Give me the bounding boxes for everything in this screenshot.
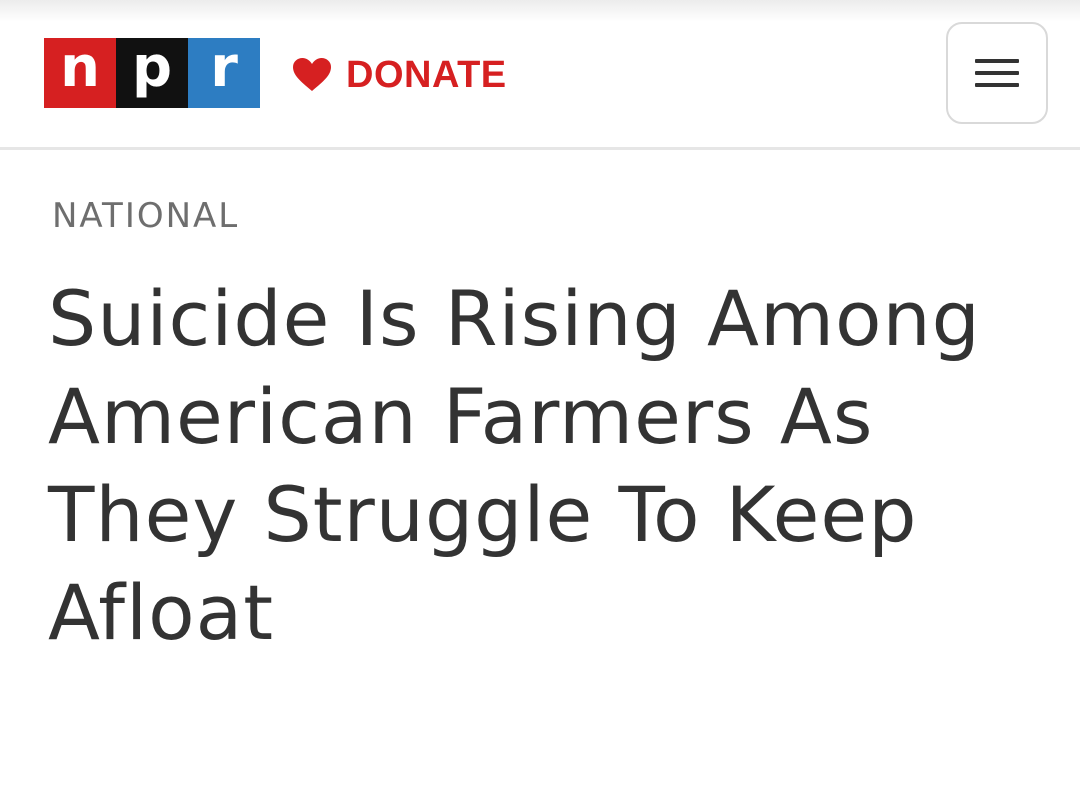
hamburger-menu-icon <box>975 59 1019 63</box>
heart-icon <box>293 58 331 91</box>
article-headline: Suicide Is Rising Among American Farmers… <box>48 274 981 657</box>
logo-letter-n: n <box>44 38 116 108</box>
npr-logo[interactable]: n p r <box>44 38 260 108</box>
donate-label: DONATE <box>346 53 507 96</box>
menu-button[interactable] <box>946 22 1048 124</box>
logo-letter-p: p <box>116 38 188 108</box>
section-label[interactable]: NATIONAL <box>52 196 239 236</box>
donate-link[interactable]: DONATE <box>292 52 507 98</box>
page: n p r DONATE NATIONAL Suicide Is Rising … <box>0 0 1080 790</box>
logo-letter-r: r <box>188 38 260 108</box>
site-header: n p r DONATE <box>0 0 1080 150</box>
